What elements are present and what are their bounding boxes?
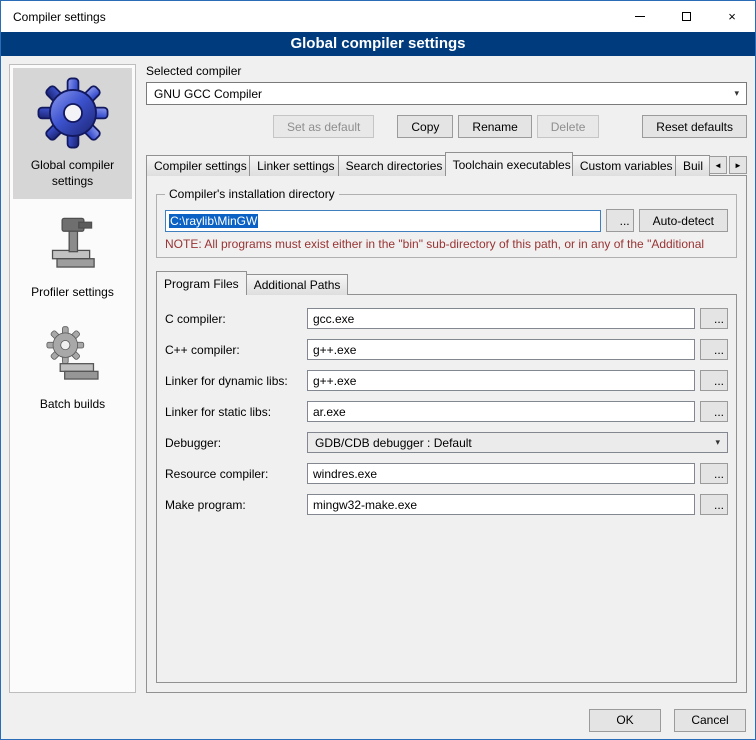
dialog-body: Global compiler settings Profiler settin…: [1, 56, 755, 701]
installation-directory-title: Compiler's installation directory: [165, 187, 339, 201]
profiler-icon: [41, 212, 105, 276]
auto-detect-button[interactable]: Auto-detect: [639, 209, 728, 232]
arrow-left-icon: ◄: [714, 161, 722, 170]
field-row-debugger: Debugger: GDB/CDB debugger : Default ▾: [165, 432, 728, 453]
c-compiler-label: C compiler:: [165, 312, 307, 326]
field-row-make-program: Make program: ...: [165, 494, 728, 515]
compiler-action-buttons: Set as default Copy Rename Delete Reset …: [146, 115, 747, 138]
close-button[interactable]: ×: [709, 1, 755, 32]
field-row-resource-compiler: Resource compiler: ...: [165, 463, 728, 484]
make-program-input[interactable]: [307, 494, 695, 515]
program-files-panel: C compiler: ... C++ compiler: ... Linker…: [156, 294, 737, 683]
installation-directory-row: C:\raylib\MinGW ... Auto-detect: [165, 209, 728, 232]
c-compiler-input[interactable]: [307, 308, 695, 329]
field-row-linker-static: Linker for static libs: ...: [165, 401, 728, 422]
delete-button[interactable]: Delete: [537, 115, 600, 138]
installation-directory-group: Compiler's installation directory C:\ray…: [156, 194, 737, 258]
cpp-compiler-browse-button[interactable]: ...: [700, 339, 728, 360]
tab-build-options[interactable]: Buil: [675, 155, 710, 176]
selected-compiler-label: Selected compiler: [146, 64, 747, 78]
maximize-icon: [682, 12, 691, 21]
close-icon: ×: [728, 9, 736, 24]
settings-tab-strip: Compiler settings Linker settings Search…: [146, 152, 747, 176]
arrow-right-icon: ►: [734, 161, 742, 170]
reset-defaults-button[interactable]: Reset defaults: [642, 115, 747, 138]
sidebar-item-profiler-settings[interactable]: Profiler settings: [13, 203, 132, 311]
cpp-compiler-label: C++ compiler:: [165, 343, 307, 357]
debugger-select[interactable]: GDB/CDB debugger : Default ▾: [307, 432, 728, 453]
selected-compiler-dropdown[interactable]: GNU GCC Compiler ▾: [146, 82, 747, 105]
linker-dynamic-label: Linker for dynamic libs:: [165, 374, 307, 388]
tab-scroll-left-button[interactable]: ◄: [709, 156, 727, 174]
toolchain-executables-page: Compiler's installation directory C:\ray…: [146, 175, 747, 693]
sidebar-item-label: Batch builds: [40, 397, 105, 413]
linker-dynamic-input[interactable]: [307, 370, 695, 391]
main-panel: Selected compiler GNU GCC Compiler ▾ Set…: [146, 64, 747, 701]
linker-static-label: Linker for static libs:: [165, 405, 307, 419]
selected-compiler-value: GNU GCC Compiler: [154, 87, 734, 101]
sidebar-item-label: Profiler settings: [31, 285, 114, 301]
sidebar-item-global-compiler-settings[interactable]: Global compiler settings: [13, 68, 132, 199]
window-title: Compiler settings: [1, 1, 617, 32]
rename-button[interactable]: Rename: [458, 115, 531, 138]
linker-static-input[interactable]: [307, 401, 695, 422]
installation-directory-browse-button[interactable]: ...: [606, 209, 634, 232]
subtab-additional-paths[interactable]: Additional Paths: [246, 274, 349, 295]
cancel-button[interactable]: Cancel: [674, 709, 746, 732]
ok-button[interactable]: OK: [589, 709, 661, 732]
sidebar-item-label: Global compiler settings: [15, 158, 130, 189]
minimize-button[interactable]: [617, 1, 663, 32]
chevron-down-icon: ▾: [734, 88, 739, 99]
title-bar: Compiler settings ×: [1, 1, 755, 32]
settings-category-list: Global compiler settings Profiler settin…: [9, 64, 136, 693]
set-as-default-button[interactable]: Set as default: [273, 115, 374, 138]
subtab-program-files[interactable]: Program Files: [156, 271, 247, 295]
dialog-footer: OK Cancel: [1, 701, 755, 739]
make-program-label: Make program:: [165, 498, 307, 512]
tab-compiler-settings[interactable]: Compiler settings: [146, 155, 250, 176]
maximize-button[interactable]: [663, 1, 709, 32]
toolchain-subtab-strip: Program Files Additional Paths: [156, 271, 737, 295]
tab-scroll-controls: ◄ ►: [709, 156, 747, 176]
tab-toolchain-executables[interactable]: Toolchain executables: [445, 152, 573, 176]
resource-compiler-input[interactable]: [307, 463, 695, 484]
minimize-icon: [635, 16, 645, 17]
sidebar-item-batch-builds[interactable]: Batch builds: [13, 315, 132, 423]
debugger-value: GDB/CDB debugger : Default: [315, 436, 715, 450]
tab-search-directories[interactable]: Search directories: [338, 155, 446, 176]
batch-builds-icon: [41, 324, 105, 388]
installation-directory-value: C:\raylib\MinGW: [169, 214, 258, 228]
compiler-settings-window: Compiler settings × Global compiler sett…: [0, 0, 756, 740]
installation-directory-input[interactable]: C:\raylib\MinGW: [165, 210, 601, 232]
resource-compiler-label: Resource compiler:: [165, 467, 307, 481]
field-row-c-compiler: C compiler: ...: [165, 308, 728, 329]
gear-icon: [37, 77, 109, 149]
chevron-down-icon: ▾: [715, 437, 720, 448]
resource-compiler-browse-button[interactable]: ...: [700, 463, 728, 484]
installation-note: NOTE: All programs must exist either in …: [165, 237, 728, 251]
field-row-linker-dynamic: Linker for dynamic libs: ...: [165, 370, 728, 391]
make-program-browse-button[interactable]: ...: [700, 494, 728, 515]
cpp-compiler-input[interactable]: [307, 339, 695, 360]
copy-button[interactable]: Copy: [397, 115, 453, 138]
field-row-cpp-compiler: C++ compiler: ...: [165, 339, 728, 360]
debugger-label: Debugger:: [165, 436, 307, 450]
tab-custom-variables[interactable]: Custom variables: [572, 155, 676, 176]
c-compiler-browse-button[interactable]: ...: [700, 308, 728, 329]
tab-scroll-right-button[interactable]: ►: [729, 156, 747, 174]
linker-static-browse-button[interactable]: ...: [700, 401, 728, 422]
linker-dynamic-browse-button[interactable]: ...: [700, 370, 728, 391]
page-title: Global compiler settings: [1, 32, 755, 56]
tab-linker-settings[interactable]: Linker settings: [249, 155, 339, 176]
